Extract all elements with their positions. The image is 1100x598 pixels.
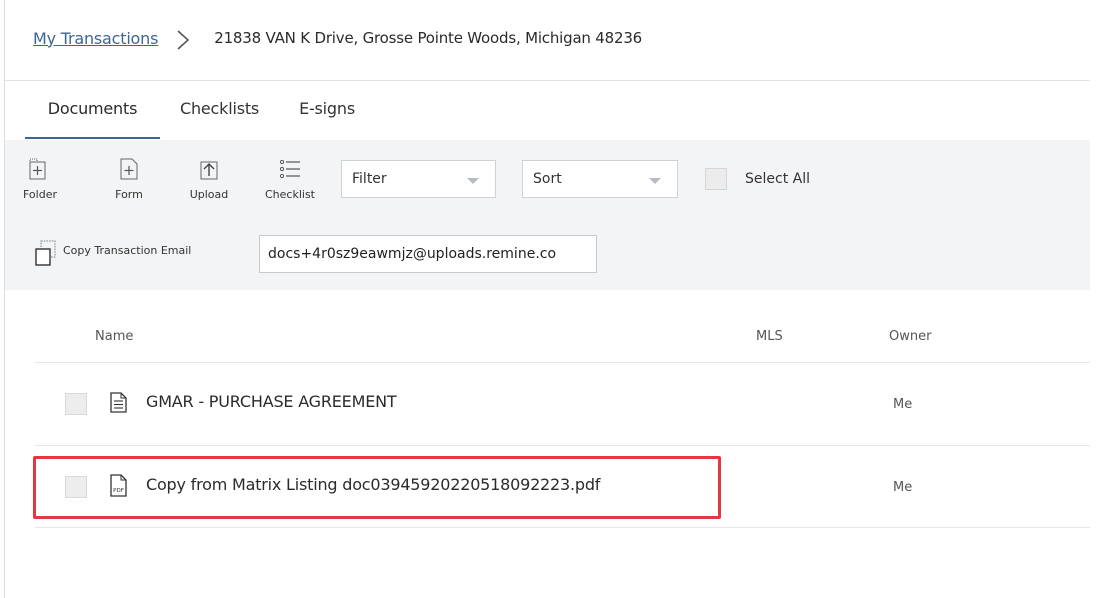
copy-transaction-email-label: Copy Transaction Email [63, 244, 192, 257]
breadcrumb: My Transactions 21838 VAN K Drive, Gross… [33, 27, 643, 50]
transaction-page: My Transactions 21838 VAN K Drive, Gross… [4, 0, 1100, 598]
document-icon [110, 392, 128, 418]
tab-bar: Documents Checklists E-signs [25, 82, 375, 140]
tab-checklists[interactable]: Checklists [160, 82, 279, 139]
filter-dropdown[interactable]: Filter [341, 160, 496, 198]
add-form-button[interactable]: Form [111, 140, 147, 201]
sort-dropdown[interactable]: Sort [522, 160, 678, 198]
row-checkbox[interactable] [65, 393, 87, 415]
table-row[interactable]: GMAR - PURCHASE AGREEMENT Me [35, 362, 1090, 444]
breadcrumb-current: 21838 VAN K Drive, Grosse Pointe Woods, … [214, 29, 643, 47]
divider [5, 80, 1090, 81]
upload-button[interactable]: Upload [185, 140, 233, 201]
divider [35, 527, 1090, 528]
add-folder-button[interactable]: Folder [23, 140, 57, 201]
highlight-annotation-box [33, 456, 721, 519]
column-header-mls[interactable]: MLS [756, 329, 783, 344]
document-name[interactable]: GMAR - PURCHASE AGREEMENT [146, 392, 397, 411]
checklist-label: Checklist [265, 188, 315, 201]
column-header-owner[interactable]: Owner [889, 329, 931, 344]
tab-documents[interactable]: Documents [25, 82, 160, 139]
transaction-email-field[interactable]: docs+4r0sz9eawmjz@uploads.remine.co [259, 235, 597, 273]
folder-label: Folder [23, 188, 57, 201]
copy-transaction-email-button[interactable]: Copy Transaction Email [35, 240, 191, 270]
upload-icon [185, 140, 233, 180]
chevron-right-icon [176, 27, 198, 50]
caret-down-icon [467, 178, 479, 184]
tab-e-signs[interactable]: E-signs [279, 82, 375, 139]
column-header-name[interactable]: Name [95, 329, 133, 344]
folder-add-icon [23, 140, 53, 180]
document-owner: Me [893, 480, 913, 495]
sort-selected: Sort [533, 171, 562, 187]
select-all-label: Select All [745, 171, 810, 187]
upload-label: Upload [189, 188, 229, 201]
add-checklist-button[interactable]: Checklist [261, 140, 319, 201]
form-label: Form [115, 188, 143, 201]
caret-down-icon [649, 178, 661, 184]
breadcrumb-my-transactions-link[interactable]: My Transactions [33, 29, 158, 48]
document-toolbar: Folder Form Upload Checklist Filter Sort… [5, 140, 1090, 290]
checklist-icon [261, 140, 319, 180]
select-all-checkbox[interactable] [705, 168, 727, 190]
document-owner: Me [893, 397, 913, 412]
copy-icon [35, 240, 57, 270]
filter-selected: Filter [352, 171, 387, 187]
form-add-icon [111, 140, 147, 180]
